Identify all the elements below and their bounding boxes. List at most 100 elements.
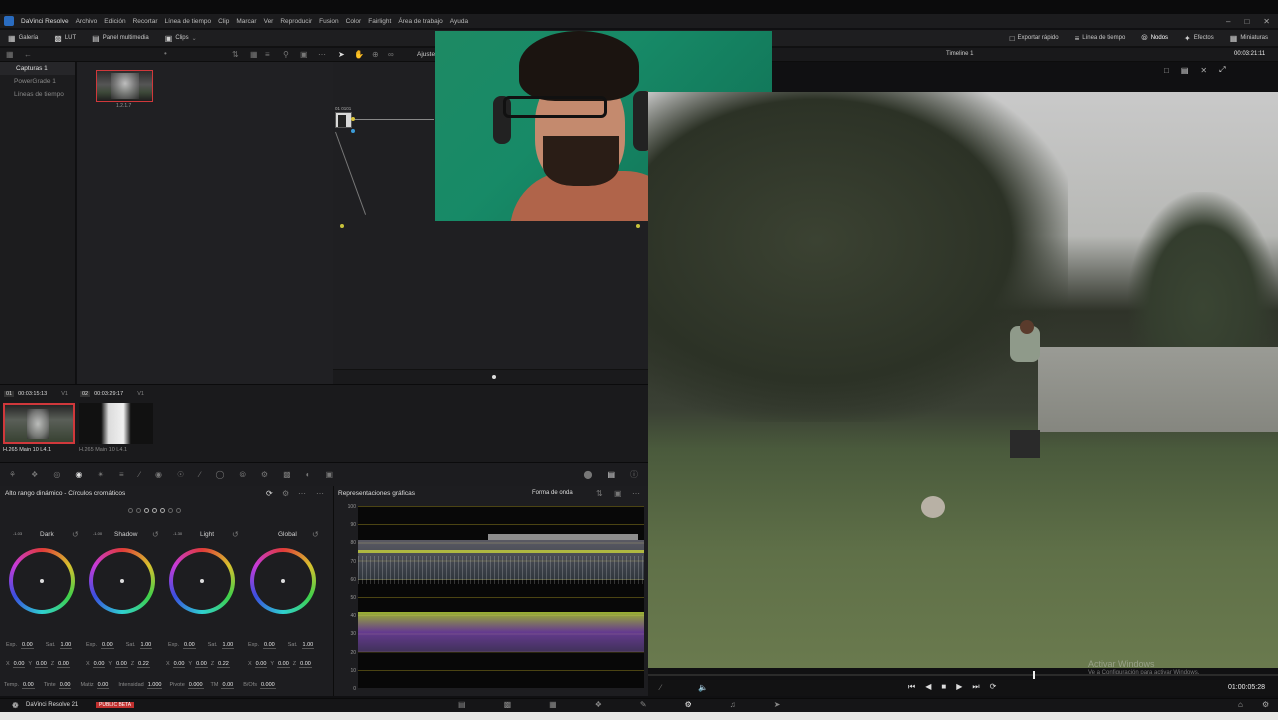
wheel-shadow-ring[interactable]: [89, 548, 155, 614]
cut-page-icon[interactable]: ▩: [504, 700, 512, 709]
list-view-icon[interactable]: ≡: [265, 50, 270, 59]
hand-icon[interactable]: ✋: [354, 50, 364, 59]
reverse-icon[interactable]: ◀: [925, 682, 931, 692]
sort-icon[interactable]: ⇅: [232, 50, 239, 59]
wheel-global-reset-icon[interactable]: ↺: [312, 530, 319, 539]
window-icon[interactable]: ◯: [216, 470, 225, 479]
fairlight-page-icon[interactable]: ♫: [730, 700, 736, 709]
menu-ver[interactable]: Ver: [264, 18, 274, 25]
node-key-dot[interactable]: [351, 129, 355, 133]
wheel-dark-sat[interactable]: 1.00: [59, 642, 73, 649]
toolbar-effects[interactable]: ✦ Efectos: [1184, 33, 1214, 43]
media-page-icon[interactable]: ▤: [458, 700, 466, 709]
wheel-light-x[interactable]: 0.00: [172, 661, 186, 668]
menu-recortar[interactable]: Recortar: [133, 18, 158, 25]
wheel-dark-reset-icon[interactable]: ↺: [72, 530, 79, 539]
highlight-icon[interactable]: ▤: [1181, 66, 1189, 75]
output-node-dot[interactable]: [636, 224, 640, 228]
node-01[interactable]: [335, 112, 352, 128]
wheels-more-icon[interactable]: ⋯: [316, 489, 324, 498]
wheel-shadow-y[interactable]: 0.00: [115, 661, 128, 668]
source-node-dot[interactable]: [340, 224, 344, 228]
view-mode-icon[interactable]: □: [1164, 66, 1169, 75]
menu-fairlight[interactable]: Fairlight: [368, 18, 391, 25]
primaries-icon[interactable]: ◎: [53, 470, 60, 479]
wheel-global-puck[interactable]: [281, 579, 285, 583]
scope-mode-select[interactable]: Forma de onda: [532, 490, 573, 496]
node-mode-label[interactable]: Ajuste: [417, 51, 435, 58]
color-page-icon[interactable]: ✎: [640, 700, 647, 709]
wheel-shadow-z[interactable]: 0.22: [137, 661, 150, 668]
wheel-dark-x[interactable]: 0.00: [12, 661, 26, 668]
timeline-name[interactable]: Timeline 1: [946, 51, 973, 57]
vibrance-value[interactable]: 1.000: [146, 682, 163, 689]
more-icon[interactable]: ⋯: [318, 50, 326, 59]
menu-linea-tiempo[interactable]: Línea de tiempo: [165, 18, 212, 25]
zone-dot-icon[interactable]: [160, 508, 165, 513]
loop-icon[interactable]: ⟳: [990, 682, 997, 692]
scope-expand-icon[interactable]: ▣: [614, 489, 622, 498]
motion-effects-icon[interactable]: ≡: [119, 470, 124, 479]
fullscreen-icon[interactable]: ⤢: [1219, 65, 1225, 75]
wheel-light-sat[interactable]: 1.00: [221, 642, 235, 649]
grid-view-icon[interactable]: ▦: [250, 50, 258, 59]
bofs-value[interactable]: 0.000: [259, 682, 276, 689]
zone-dot-icon[interactable]: [176, 508, 181, 513]
page-dot-icon[interactable]: [492, 375, 496, 379]
menu-ayuda[interactable]: Ayuda: [450, 18, 468, 25]
menu-fusion[interactable]: Fusion: [319, 18, 339, 25]
skip-start-icon[interactable]: ⏮: [908, 682, 915, 692]
wheel-light-puck[interactable]: [200, 579, 204, 583]
toolbar-lut[interactable]: ▩ LUT: [54, 34, 76, 43]
toolbar-nodes[interactable]: ⦾ Nodos: [1141, 33, 1168, 43]
close-icon[interactable]: ✕: [1263, 17, 1270, 26]
still-thumbnail[interactable]: [96, 70, 153, 102]
wheel-light-ring[interactable]: [169, 548, 235, 614]
clip-2-thumbnail[interactable]: [79, 403, 153, 444]
wheels-options-icon[interactable]: ⚙: [282, 489, 289, 498]
wheel-shadow-exp[interactable]: 0.00: [101, 642, 114, 649]
menu-archivo[interactable]: Archivo: [76, 18, 98, 25]
color-match-icon[interactable]: ❖: [31, 470, 38, 479]
wheel-light-exp[interactable]: 0.00: [183, 642, 196, 649]
hdr-wheels-icon[interactable]: ◉: [75, 470, 82, 479]
eyedropper-icon[interactable]: ∕: [199, 470, 200, 479]
wheel-dark-exp[interactable]: 0.00: [21, 642, 34, 649]
scrubber-bar[interactable]: [648, 671, 1278, 679]
minimize-icon[interactable]: –: [1226, 17, 1230, 26]
menu-reproducir[interactable]: Reproducir: [280, 18, 312, 25]
gallery-item-timelines[interactable]: Líneas de tiempo: [0, 88, 75, 101]
pointer-icon[interactable]: ➤: [338, 50, 345, 59]
gallery-item-powergrade[interactable]: PowerGrade 1: [0, 75, 75, 88]
wheel-dark-y[interactable]: 0.00: [35, 661, 48, 668]
curves-icon[interactable]: ∕: [139, 470, 140, 479]
scrubber-playhead[interactable]: [1033, 671, 1035, 679]
zone-dot-icon[interactable]: [136, 508, 141, 513]
deliver-page-icon[interactable]: ➤: [774, 700, 781, 709]
tint-value[interactable]: 0.00: [58, 682, 72, 689]
zone-dot-icon[interactable]: [128, 508, 133, 513]
color-warper-icon[interactable]: ◉: [155, 470, 162, 479]
stop-icon[interactable]: ■: [941, 682, 946, 692]
settings-gear-icon[interactable]: ⚙: [1262, 700, 1269, 709]
toolbar-clips[interactable]: ▣ Clips ⌄: [165, 34, 197, 43]
sizing-icon[interactable]: ▣: [325, 470, 333, 479]
hue-value[interactable]: 0.00: [96, 682, 110, 689]
tm-value[interactable]: 0.00: [221, 682, 235, 689]
menu-clip[interactable]: Clip: [218, 18, 229, 25]
wheel-global-ring[interactable]: [250, 548, 316, 614]
wheel-dark-z[interactable]: 0.00: [57, 661, 70, 668]
fit-icon[interactable]: ▣: [300, 50, 308, 59]
dots-icon[interactable]: ⬤: [583, 470, 592, 479]
grab-still-icon[interactable]: ←: [24, 50, 32, 59]
clip-1-thumbnail[interactable]: [3, 403, 75, 444]
wheel-shadow-puck[interactable]: [120, 579, 124, 583]
blur-icon[interactable]: ▩: [283, 470, 291, 479]
search-icon[interactable]: ⚲: [283, 50, 289, 59]
gallery-item-capturas[interactable]: Capturas 1: [0, 62, 75, 75]
toolbar-media-pool[interactable]: ▤ Panel multimedia: [92, 34, 149, 43]
temp-value[interactable]: 0.00: [21, 682, 35, 689]
scope-settings-icon[interactable]: ⇅: [596, 489, 603, 498]
zoom-icon[interactable]: ⊕: [372, 50, 379, 59]
magic-mask-icon[interactable]: ⚙: [261, 470, 268, 479]
